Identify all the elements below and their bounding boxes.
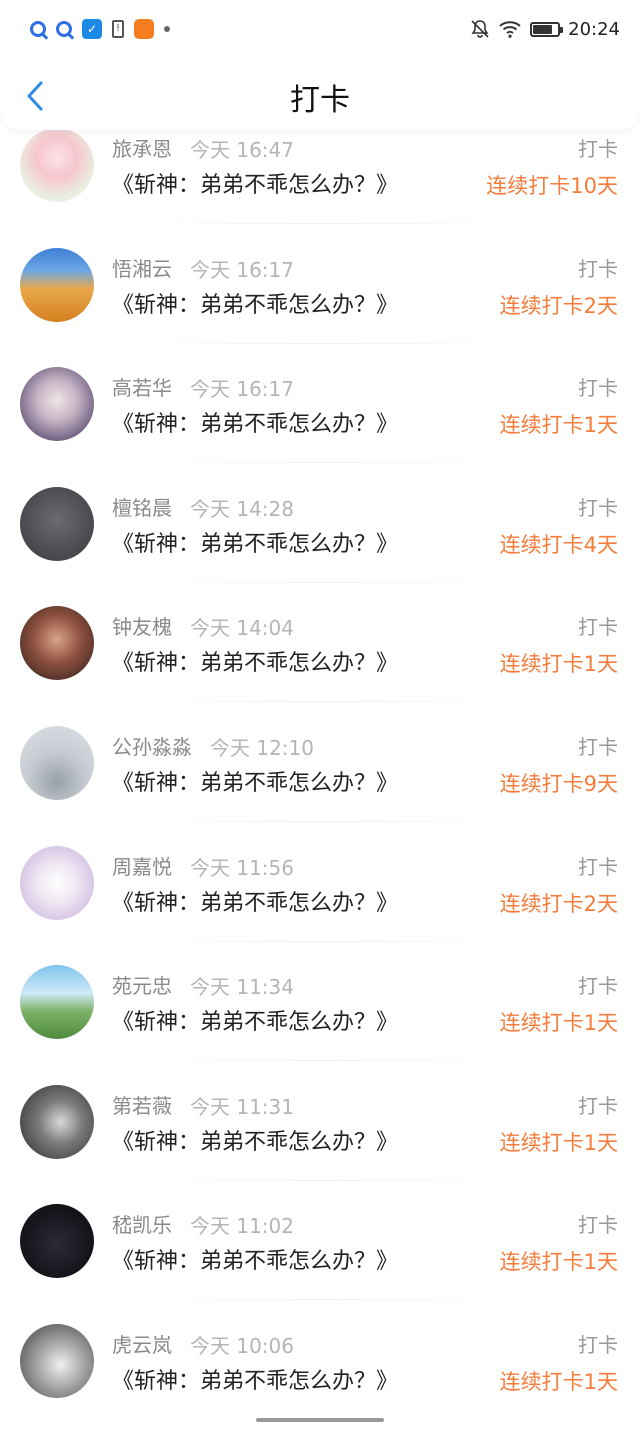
book-title[interactable]: 《斩神：弟弟不乖怎么办？》 <box>112 885 398 917</box>
checkin-time: 今天 10:06 <box>190 1334 294 1358</box>
book-title[interactable]: 《斩神：弟弟不乖怎么办？》 <box>112 287 398 319</box>
user-name[interactable]: 檀铭晨 <box>112 492 172 521</box>
checkin-time: 今天 12:10 <box>210 736 314 760</box>
avatar[interactable] <box>20 247 94 322</box>
sim-alert-icon: ! <box>112 20 124 38</box>
battery-icon <box>530 21 564 37</box>
avatar[interactable] <box>20 845 94 920</box>
checkin-label: 打卡 <box>578 256 618 281</box>
checkin-time: 今天 16:47 <box>190 138 294 162</box>
list-item[interactable]: 檀铭晨 今天 14:28 《斩神：弟弟不乖怎么办？》 打卡 连续打卡4天 <box>0 457 640 583</box>
avatar[interactable] <box>20 1204 94 1279</box>
notification-dot-icon <box>164 26 170 32</box>
user-name[interactable]: 虎云岚 <box>112 1329 172 1358</box>
status-bar: ✓ ! 20:24 <box>0 0 640 58</box>
list-item[interactable]: 公孙淼淼 今天 12:10 《斩神：弟弟不乖怎么办？》 打卡 连续打卡9天 <box>0 696 640 822</box>
user-name[interactable]: 第若薇 <box>112 1090 172 1119</box>
streak-badge: 连续打卡1天 <box>499 1011 618 1036</box>
list-item[interactable]: 第若薇 今天 11:31 《斩神：弟弟不乖怎么办？》 打卡 连续打卡1天 <box>0 1055 640 1181</box>
status-time: 20:24 <box>568 18 620 40</box>
checkin-time: 今天 14:28 <box>190 496 294 521</box>
book-title[interactable]: 《斩神：弟弟不乖怎么办？》 <box>112 645 398 677</box>
list-item[interactable]: 嵇凯乐 今天 11:02 《斩神：弟弟不乖怎么办？》 打卡 连续打卡1天 <box>0 1174 640 1301</box>
avatar[interactable] <box>20 486 94 561</box>
user-name[interactable]: 嵇凯乐 <box>112 1209 172 1238</box>
book-title[interactable]: 《斩神：弟弟不乖怎么办？》 <box>112 1124 398 1156</box>
checkin-time: 今天 11:56 <box>190 855 294 880</box>
user-name[interactable]: 钟友槐 <box>112 611 172 640</box>
checkin-time: 今天 11:02 <box>190 1214 294 1239</box>
checkin-label: 打卡 <box>578 1213 618 1238</box>
checkin-label: 打卡 <box>578 137 618 161</box>
checkin-label: 打卡 <box>578 854 618 879</box>
streak-badge: 连续打卡1天 <box>499 652 618 677</box>
checkin-time: 今天 16:17 <box>190 377 294 402</box>
checkin-label: 打卡 <box>578 376 618 401</box>
streak-badge: 连续打卡2天 <box>499 891 618 916</box>
checkin-time: 今天 11:34 <box>190 975 294 1000</box>
list-item[interactable]: 高若华 今天 16:17 《斩神：弟弟不乖怎么办？》 打卡 连续打卡1天 <box>0 337 640 464</box>
list-item[interactable]: 钟友槐 今天 14:04 《斩神：弟弟不乖怎么办？》 打卡 连续打卡1天 <box>0 576 640 703</box>
bell-muted-icon <box>471 20 489 38</box>
streak-badge: 连续打卡1天 <box>499 413 618 438</box>
list-item[interactable]: 虎云岚 今天 10:06 《斩神：弟弟不乖怎么办？》 打卡 连续打卡1天 <box>0 1294 640 1414</box>
streak-badge: 连续打卡4天 <box>499 532 618 557</box>
checkin-label: 打卡 <box>578 974 618 999</box>
streak-badge: 连续打卡9天 <box>499 772 618 796</box>
checkin-time: 今天 11:31 <box>190 1094 294 1119</box>
book-title[interactable]: 《斩神：弟弟不乖怎么办？》 <box>112 765 398 797</box>
checkin-time: 今天 14:04 <box>190 616 294 641</box>
avatar[interactable] <box>20 1084 94 1159</box>
header-bar: 打卡 <box>0 58 640 130</box>
user-name[interactable]: 公孙淼淼 <box>112 731 192 760</box>
checkin-label: 打卡 <box>578 495 618 520</box>
avatar[interactable] <box>20 367 94 442</box>
streak-badge: 连续打卡2天 <box>499 293 618 318</box>
q-app-icon <box>56 21 72 37</box>
avatar[interactable] <box>20 965 94 1040</box>
list-item[interactable]: 苑元忠 今天 11:34 《斩神：弟弟不乖怎么办？》 打卡 连续打卡1天 <box>0 935 640 1062</box>
avatar[interactable] <box>20 128 94 202</box>
user-name[interactable]: 旅承恩 <box>112 133 172 162</box>
avatar[interactable] <box>20 726 94 800</box>
streak-badge: 连续打卡1天 <box>499 1130 618 1155</box>
checkin-label: 打卡 <box>578 735 618 759</box>
list-item[interactable]: 悟湘云 今天 16:17 《斩神：弟弟不乖怎么办？》 打卡 连续打卡2天 <box>0 218 640 344</box>
status-app-icons: ✓ ! <box>30 19 170 39</box>
page-title: 打卡 <box>290 83 350 118</box>
book-title[interactable]: 《斩神：弟弟不乖怎么办？》 <box>112 526 398 558</box>
avatar[interactable] <box>20 606 94 681</box>
streak-badge: 连续打卡1天 <box>499 1250 618 1275</box>
home-indicator[interactable] <box>256 1418 384 1422</box>
user-name[interactable]: 周嘉悦 <box>112 851 172 880</box>
user-name[interactable]: 苑元忠 <box>112 970 172 999</box>
wifi-icon <box>499 21 521 38</box>
checkin-time: 今天 16:17 <box>190 257 294 282</box>
checkin-label: 打卡 <box>578 1333 618 1357</box>
book-title[interactable]: 《斩神：弟弟不乖怎么办？》 <box>112 1243 398 1275</box>
status-system-icons: 20:24 <box>470 19 620 40</box>
streak-badge: 连续打卡1天 <box>499 1370 618 1394</box>
checkin-label: 打卡 <box>578 615 618 640</box>
user-name[interactable]: 悟湘云 <box>112 253 172 282</box>
checkin-label: 打卡 <box>578 1093 618 1118</box>
book-title[interactable]: 《斩神：弟弟不乖怎么办？》 <box>112 167 398 199</box>
book-title[interactable]: 《斩神：弟弟不乖怎么办？》 <box>112 406 398 438</box>
list-item[interactable]: 周嘉悦 今天 11:56 《斩神：弟弟不乖怎么办？》 打卡 连续打卡2天 <box>0 816 640 942</box>
book-title[interactable]: 《斩神：弟弟不乖怎么办？》 <box>112 1363 398 1395</box>
streak-badge: 连续打卡10天 <box>486 174 618 198</box>
orange-app-icon <box>134 19 154 39</box>
battery-level <box>533 24 553 34</box>
avatar[interactable] <box>20 1324 94 1398</box>
shield-icon: ✓ <box>82 19 102 39</box>
q-app-icon <box>30 21 46 37</box>
user-name[interactable]: 高若华 <box>112 372 172 401</box>
book-title[interactable]: 《斩神：弟弟不乖怎么办？》 <box>112 1004 398 1036</box>
